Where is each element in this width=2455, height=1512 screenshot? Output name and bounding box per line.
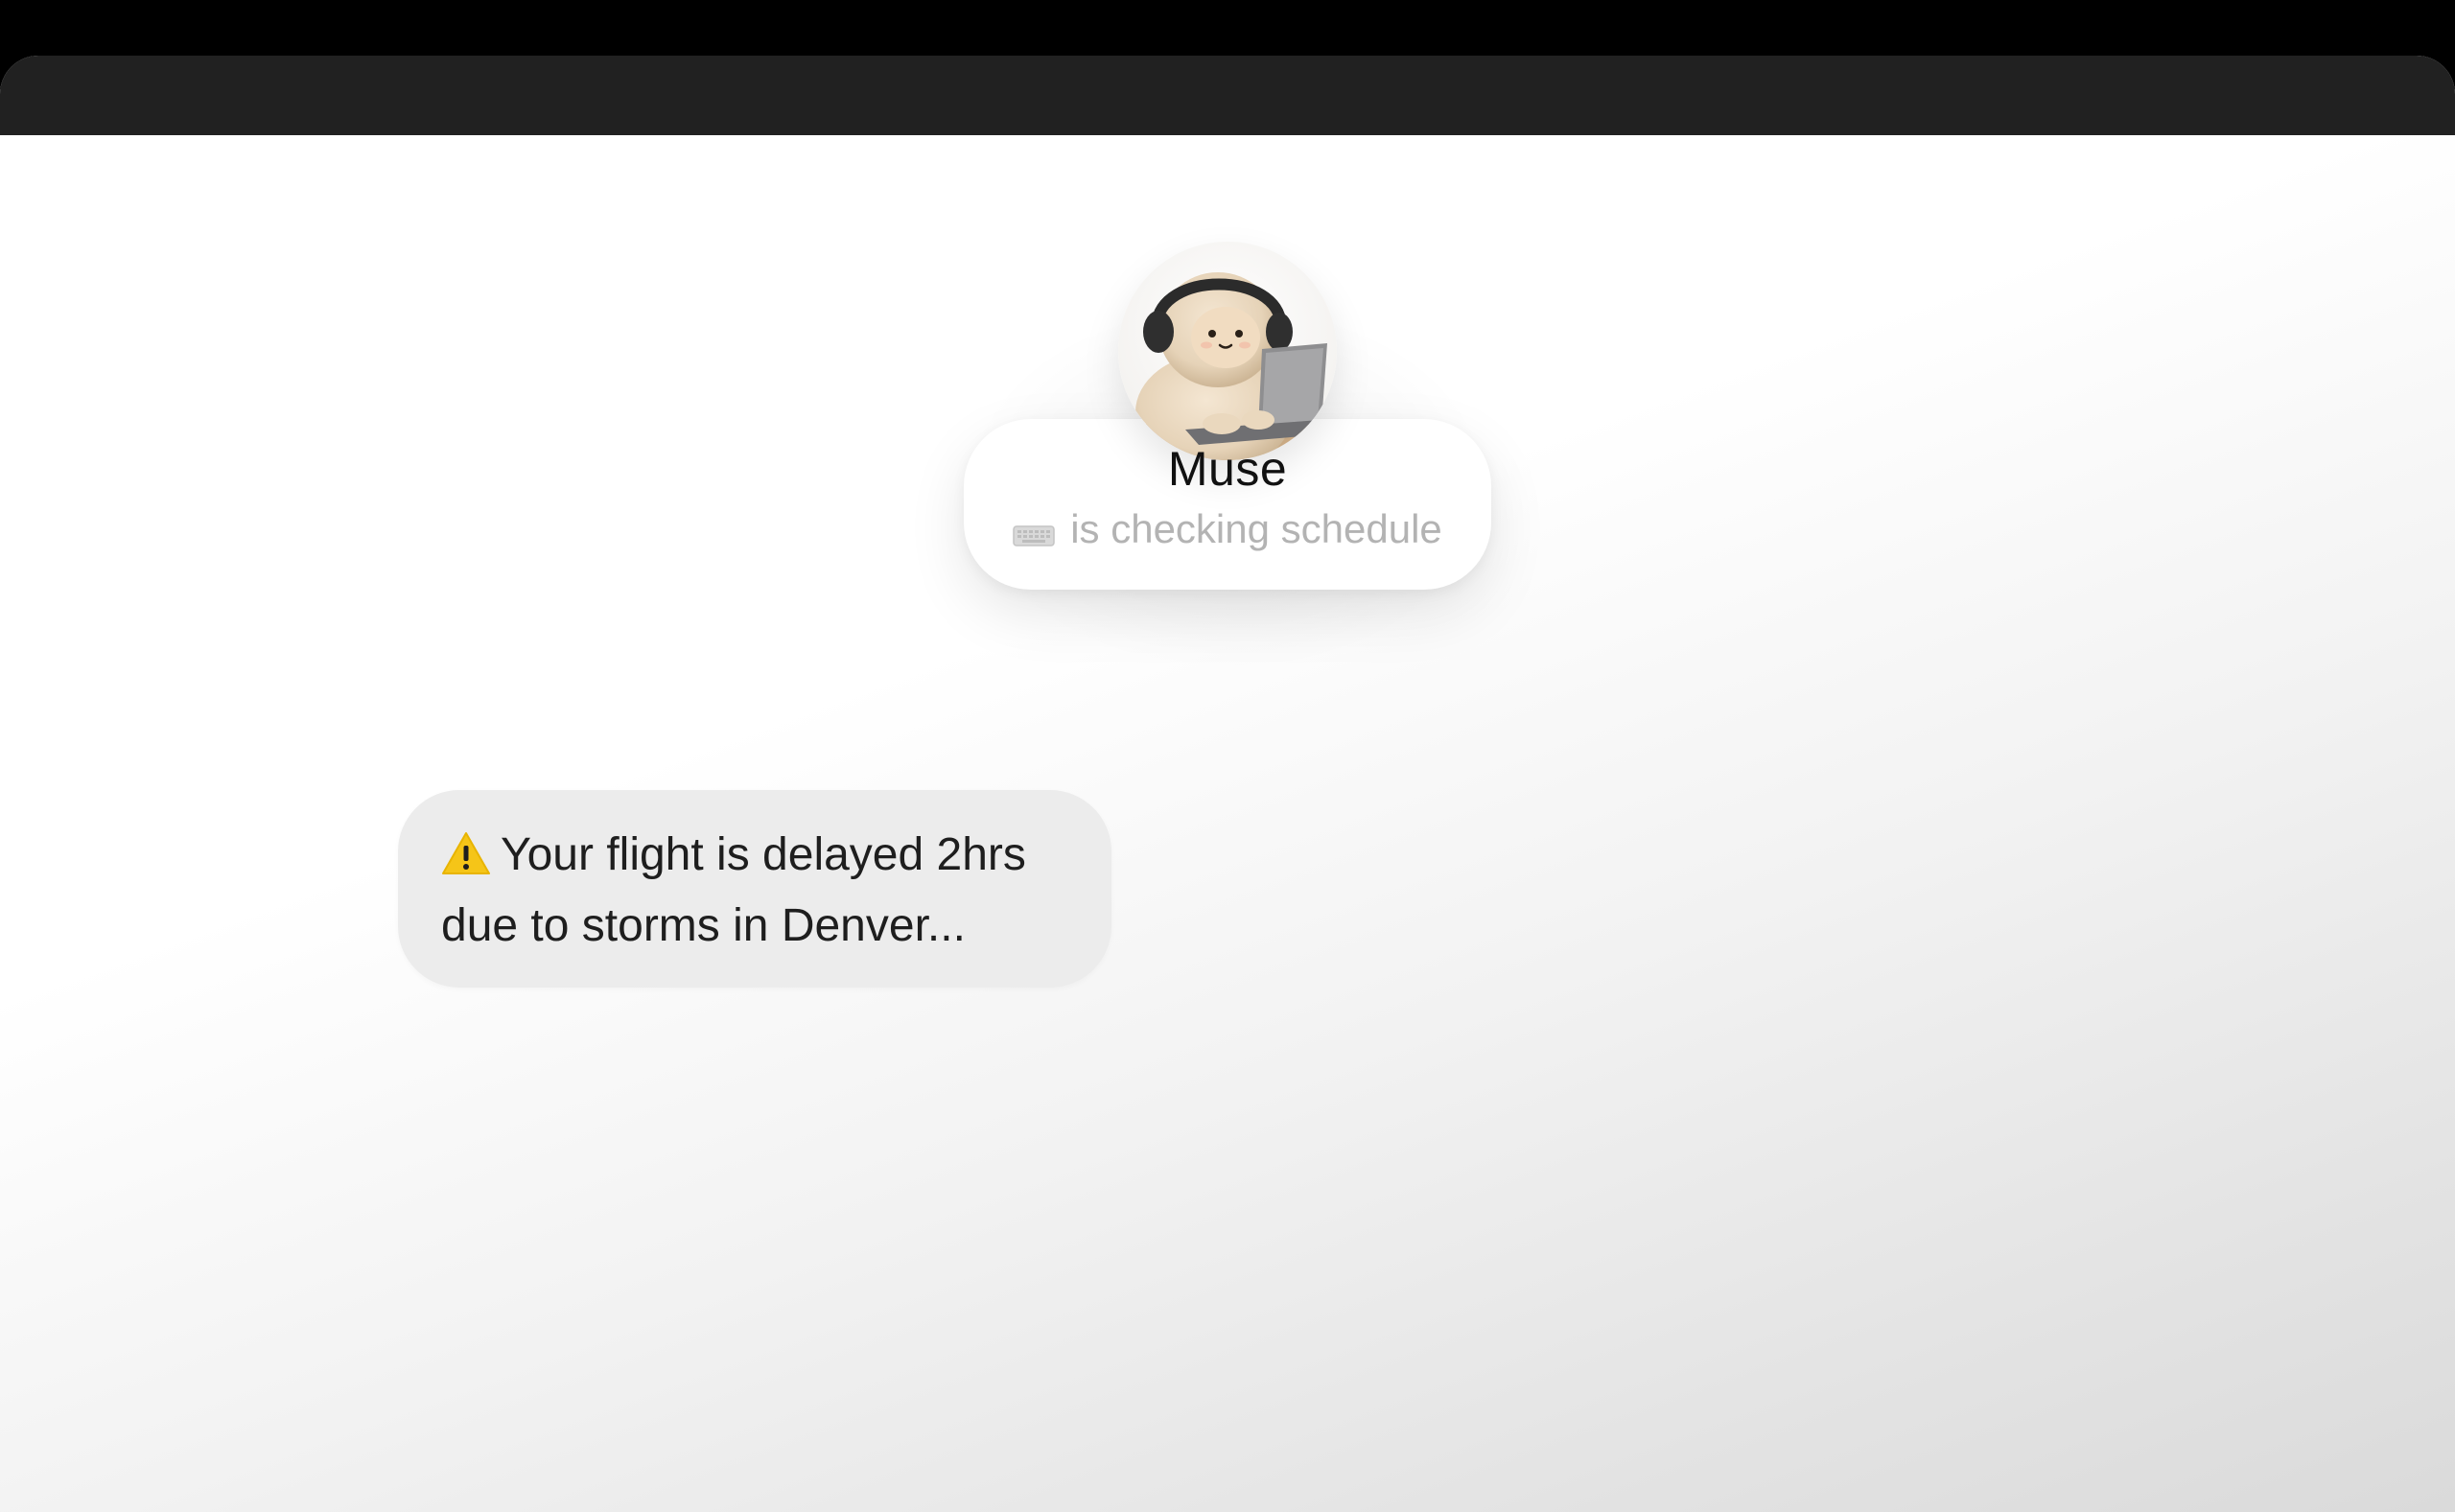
keyboard-icon (1013, 510, 1055, 556)
app-window: Muse is checking schedule Your flight is… (0, 56, 2455, 1512)
warning-icon (441, 828, 491, 894)
window-titlebar (0, 56, 2455, 135)
agent-status: is checking schedule (964, 502, 1491, 556)
agent-status-text: is checking schedule (1070, 506, 1442, 551)
message-content: Your flight is delayed 2hrs due to storm… (441, 823, 1093, 959)
agent-avatar (1118, 242, 1337, 460)
agent-name: Muse (1167, 442, 1288, 496)
message-text: Your flight is delayed 2hrs due to storm… (441, 829, 1026, 951)
plush-avatar-illustration (1118, 242, 1337, 460)
